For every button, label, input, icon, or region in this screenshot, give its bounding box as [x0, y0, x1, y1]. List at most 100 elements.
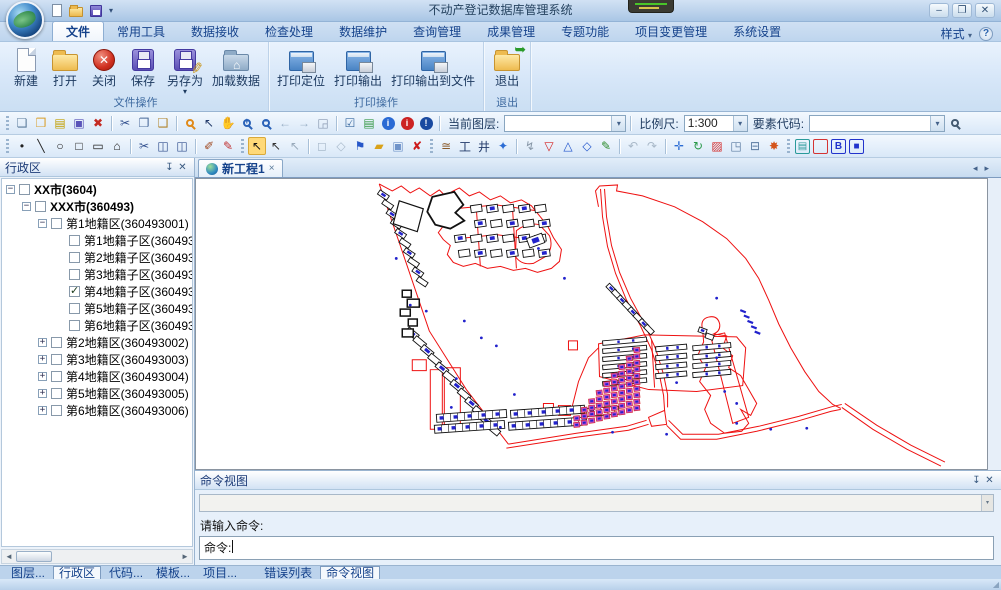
- snap-toggle-icon[interactable]: ↯: [521, 137, 539, 155]
- draw-square-icon[interactable]: □: [70, 137, 88, 155]
- info-red-icon[interactable]: i: [398, 114, 416, 132]
- sketch-pen-icon[interactable]: ✐: [200, 137, 218, 155]
- tree-checkbox[interactable]: [51, 405, 62, 416]
- tab-close-icon[interactable]: ×: [269, 163, 275, 174]
- scroll-left-icon[interactable]: ◄: [2, 552, 16, 561]
- save-icon[interactable]: ▣: [70, 114, 88, 132]
- 加载数据-button[interactable]: ⌂加载数据: [209, 44, 263, 88]
- back-icon[interactable]: ←: [276, 114, 294, 132]
- tree-item[interactable]: −第1地籍区(360493001): [2, 215, 192, 232]
- style-dropdown[interactable]: 样式 ▾: [941, 25, 972, 42]
- panel-tab-代码...[interactable]: 代码...: [104, 567, 148, 579]
- tree-checkbox[interactable]: [51, 371, 62, 382]
- quick-save-icon[interactable]: [90, 5, 102, 17]
- select-link-icon[interactable]: ↖: [286, 137, 304, 155]
- tree-checkbox[interactable]: [69, 235, 80, 246]
- toolbar-grip[interactable]: [6, 116, 9, 130]
- tree-checkbox[interactable]: [51, 337, 62, 348]
- pan-box-icon[interactable]: ◳: [727, 137, 745, 155]
- ribbon-tab-成果管理[interactable]: 成果管理: [474, 22, 548, 41]
- command-output[interactable]: ▾: [199, 494, 994, 512]
- tree-checkbox[interactable]: [69, 303, 80, 314]
- rotate-view-icon[interactable]: ↻: [689, 137, 707, 155]
- select-poly-icon[interactable]: ◇: [332, 137, 350, 155]
- feature-code-select[interactable]: ▾: [809, 115, 945, 132]
- tree-item[interactable]: −XX市(3604): [2, 181, 192, 198]
- quick-access-caret-icon[interactable]: ▾: [109, 6, 113, 15]
- toolbar-grip[interactable]: [787, 139, 790, 153]
- draw-line-icon[interactable]: ╲: [32, 137, 50, 155]
- tree-item[interactable]: 第2地籍子区(360493001002): [2, 249, 192, 266]
- select-cursor-icon[interactable]: ↖: [248, 137, 266, 155]
- map-viewport[interactable]: [195, 178, 988, 470]
- panel-tab-模板...[interactable]: 模板...: [151, 567, 195, 579]
- dropdown-caret-icon[interactable]: ▾: [183, 88, 187, 95]
- 打印输出到文件-button[interactable]: 打印输出到文件: [388, 44, 478, 88]
- select-add-icon[interactable]: ↖: [267, 137, 285, 155]
- application-orb-button[interactable]: [6, 1, 44, 39]
- tree-checkbox[interactable]: [69, 320, 80, 331]
- 新建-button[interactable]: 新建: [8, 44, 44, 88]
- zoom-out-icon[interactable]: −: [257, 114, 275, 132]
- search-feature-icon[interactable]: [946, 114, 964, 132]
- ribbon-tab-检查处理[interactable]: 检查处理: [252, 22, 326, 41]
- tree-item[interactable]: 第3地籍子区(360493001003): [2, 266, 192, 283]
- panel-close-icon[interactable]: ✕: [176, 161, 189, 174]
- combo-caret-icon[interactable]: ▾: [611, 116, 625, 131]
- ribbon-tab-专题功能[interactable]: 专题功能: [548, 22, 622, 41]
- draw-point-icon[interactable]: •: [13, 137, 31, 155]
- minimize-button[interactable]: –: [929, 3, 949, 18]
- zoom-window-icon[interactable]: [181, 114, 199, 132]
- tree-item[interactable]: +第4地籍区(360493004): [2, 368, 192, 385]
- full-extent-icon[interactable]: ◲: [314, 114, 332, 132]
- 打印输出-button[interactable]: 打印输出: [331, 44, 385, 88]
- tree-checkbox[interactable]: [51, 218, 62, 229]
- combo-caret-icon[interactable]: ▾: [930, 116, 944, 131]
- restore-button[interactable]: ❐: [952, 3, 972, 18]
- panel-tab-图层...[interactable]: 图层...: [6, 567, 50, 579]
- slash-box-icon[interactable]: ▨: [708, 137, 726, 155]
- close-button[interactable]: ✕: [975, 3, 995, 18]
- paste-icon[interactable]: ❑: [154, 114, 172, 132]
- tree-expander-icon[interactable]: +: [38, 355, 47, 364]
- help-icon[interactable]: ?: [979, 27, 993, 41]
- ribbon-tab-数据维护[interactable]: 数据维护: [326, 22, 400, 41]
- forward-icon[interactable]: →: [295, 114, 313, 132]
- tree-expander-icon[interactable]: +: [38, 338, 47, 347]
- tree-checkbox[interactable]: [19, 184, 30, 195]
- tree-checkbox[interactable]: [69, 286, 80, 297]
- close-file-icon[interactable]: ✖: [89, 114, 107, 132]
- red-box-icon[interactable]: [813, 139, 828, 154]
- current-layer-select[interactable]: ▾: [504, 115, 626, 132]
- new-file-icon[interactable]: ❏: [13, 114, 31, 132]
- command-pin-icon[interactable]: ↧: [970, 474, 983, 487]
- tree-item[interactable]: +第5地籍区(360493005): [2, 385, 192, 402]
- union-box-icon[interactable]: ⊟: [746, 137, 764, 155]
- panel-tab-命令视图[interactable]: 命令视图: [320, 566, 380, 580]
- blue-box-icon[interactable]: ■: [849, 139, 864, 154]
- tree-item[interactable]: 第5地籍子区(360493001005): [2, 300, 192, 317]
- triangle-up-icon[interactable]: △: [559, 137, 577, 155]
- open-folder-icon[interactable]: ❒: [32, 114, 50, 132]
- ribbon-tab-数据接收[interactable]: 数据接收: [178, 22, 252, 41]
- panel-tab-错误列表[interactable]: 错误列表: [259, 567, 317, 579]
- resize-grip-icon[interactable]: ◢: [993, 580, 999, 590]
- scroll-right-icon[interactable]: ►: [178, 552, 192, 561]
- tree-item[interactable]: 第1地籍子区(360493001001): [2, 232, 192, 249]
- trace-pen-icon[interactable]: ✎: [219, 137, 237, 155]
- tree-expander-icon[interactable]: +: [38, 406, 47, 415]
- scrollbar-thumb[interactable]: [16, 551, 52, 562]
- command-close-icon[interactable]: ✕: [983, 474, 996, 487]
- tree-item[interactable]: 第4地籍子区(360493001004): [2, 283, 192, 300]
- tree-checkbox[interactable]: [69, 269, 80, 280]
- toolbar-grip[interactable]: [6, 139, 9, 153]
- scale-select[interactable]: 1:300▾: [684, 115, 748, 132]
- ribbon-tab-系统设置[interactable]: 系统设置: [720, 22, 794, 41]
- draw-rect-icon[interactable]: ▭: [89, 137, 107, 155]
- pinwheel-tool-icon[interactable]: ✦: [494, 137, 512, 155]
- select-rect-icon[interactable]: ◻: [313, 137, 331, 155]
- database-icon[interactable]: ▤: [51, 114, 69, 132]
- report-icon[interactable]: ▤: [360, 114, 378, 132]
- draw-circle-icon[interactable]: ○: [51, 137, 69, 155]
- redo-icon[interactable]: ↷: [643, 137, 661, 155]
